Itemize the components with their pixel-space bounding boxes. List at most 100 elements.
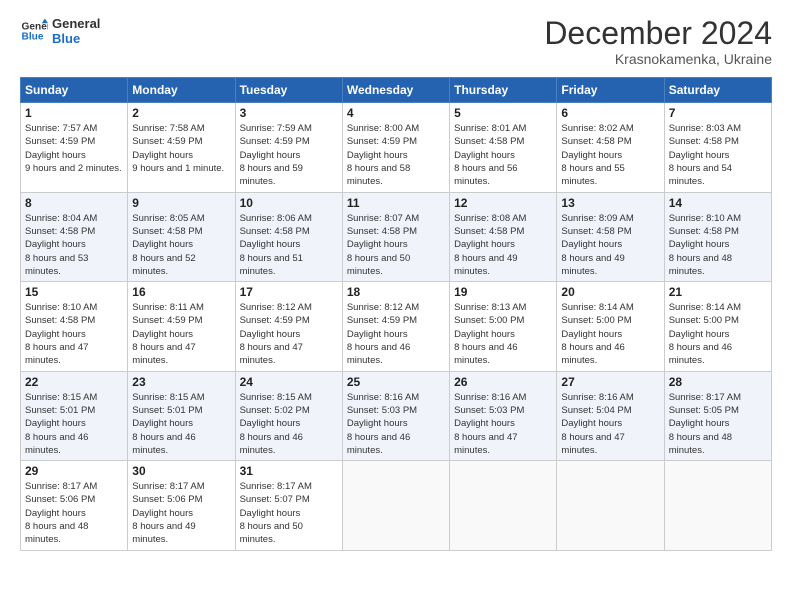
day-info: Sunrise: 8:10 AM Sunset: 4:58 PM Dayligh… [25, 301, 123, 367]
calendar-week-row: 29 Sunrise: 8:17 AM Sunset: 5:06 PM Dayl… [21, 461, 772, 550]
daylight-duration: 8 hours and 59 minutes. [240, 163, 303, 187]
day-number: 11 [347, 196, 445, 210]
sunset-label: Sunset: 5:00 PM [669, 315, 739, 326]
daylight-label: Daylight hours [25, 239, 86, 250]
page: General Blue General Blue December 2024 … [0, 0, 792, 612]
daylight-label: Daylight hours [454, 239, 515, 250]
logo-blue: Blue [52, 31, 100, 46]
day-number: 25 [347, 375, 445, 389]
sunrise-label: Sunrise: 8:16 AM [454, 392, 526, 403]
daylight-label: Daylight hours [669, 418, 730, 429]
table-row: 14 Sunrise: 8:10 AM Sunset: 4:58 PM Dayl… [664, 192, 771, 281]
day-number: 20 [561, 285, 659, 299]
daylight-label: Daylight hours [561, 329, 622, 340]
sunrise-label: Sunrise: 7:58 AM [132, 123, 204, 134]
day-info: Sunrise: 8:08 AM Sunset: 4:58 PM Dayligh… [454, 212, 552, 278]
sunset-label: Sunset: 5:01 PM [132, 405, 202, 416]
day-number: 4 [347, 106, 445, 120]
sunrise-label: Sunrise: 8:07 AM [347, 213, 419, 224]
sunrise-label: Sunrise: 8:02 AM [561, 123, 633, 134]
title-block: December 2024 Krasnokamenka, Ukraine [544, 16, 772, 67]
day-info: Sunrise: 7:57 AM Sunset: 4:59 PM Dayligh… [25, 122, 123, 175]
sunrise-label: Sunrise: 8:11 AM [132, 302, 204, 313]
day-number: 6 [561, 106, 659, 120]
daylight-duration: 8 hours and 47 minutes. [454, 432, 517, 456]
daylight-label: Daylight hours [347, 239, 408, 250]
day-number: 2 [132, 106, 230, 120]
daylight-duration: 8 hours and 56 minutes. [454, 163, 517, 187]
sunrise-label: Sunrise: 8:10 AM [669, 213, 741, 224]
daylight-duration: 8 hours and 46 minutes. [561, 342, 624, 366]
daylight-duration: 8 hours and 58 minutes. [347, 163, 410, 187]
day-number: 15 [25, 285, 123, 299]
daylight-duration: 8 hours and 46 minutes. [669, 342, 732, 366]
daylight-label: Daylight hours [240, 150, 301, 161]
day-info: Sunrise: 8:17 AM Sunset: 5:06 PM Dayligh… [25, 480, 123, 546]
daylight-duration: 8 hours and 46 minutes. [454, 342, 517, 366]
calendar-header-row: Sunday Monday Tuesday Wednesday Thursday… [21, 78, 772, 103]
sunset-label: Sunset: 4:59 PM [25, 136, 95, 147]
daylight-duration: 8 hours and 46 minutes. [132, 432, 195, 456]
sunrise-label: Sunrise: 8:12 AM [347, 302, 419, 313]
day-info: Sunrise: 8:03 AM Sunset: 4:58 PM Dayligh… [669, 122, 767, 188]
daylight-duration: 8 hours and 46 minutes. [347, 432, 410, 456]
sunset-label: Sunset: 4:59 PM [240, 136, 310, 147]
day-number: 28 [669, 375, 767, 389]
daylight-label: Daylight hours [132, 329, 193, 340]
day-number: 16 [132, 285, 230, 299]
day-info: Sunrise: 8:10 AM Sunset: 4:58 PM Dayligh… [669, 212, 767, 278]
table-row: 22 Sunrise: 8:15 AM Sunset: 5:01 PM Dayl… [21, 371, 128, 460]
daylight-label: Daylight hours [240, 239, 301, 250]
table-row [664, 461, 771, 550]
table-row: 9 Sunrise: 8:05 AM Sunset: 4:58 PM Dayli… [128, 192, 235, 281]
sunrise-label: Sunrise: 8:17 AM [240, 481, 312, 492]
day-info: Sunrise: 8:00 AM Sunset: 4:59 PM Dayligh… [347, 122, 445, 188]
day-number: 17 [240, 285, 338, 299]
daylight-duration: 8 hours and 51 minutes. [240, 253, 303, 277]
sunrise-label: Sunrise: 8:01 AM [454, 123, 526, 134]
daylight-duration: 8 hours and 49 minutes. [132, 521, 195, 545]
table-row [342, 461, 449, 550]
daylight-duration: 8 hours and 46 minutes. [25, 432, 88, 456]
daylight-label: Daylight hours [669, 239, 730, 250]
day-number: 22 [25, 375, 123, 389]
sunrise-label: Sunrise: 8:00 AM [347, 123, 419, 134]
day-number: 13 [561, 196, 659, 210]
day-info: Sunrise: 8:16 AM Sunset: 5:03 PM Dayligh… [454, 391, 552, 457]
calendar-week-row: 15 Sunrise: 8:10 AM Sunset: 4:58 PM Dayl… [21, 282, 772, 371]
daylight-duration: 9 hours and 1 minute. [132, 163, 224, 174]
table-row: 24 Sunrise: 8:15 AM Sunset: 5:02 PM Dayl… [235, 371, 342, 460]
col-saturday: Saturday [664, 78, 771, 103]
day-info: Sunrise: 8:05 AM Sunset: 4:58 PM Dayligh… [132, 212, 230, 278]
sunset-label: Sunset: 4:58 PM [347, 226, 417, 237]
table-row: 10 Sunrise: 8:06 AM Sunset: 4:58 PM Dayl… [235, 192, 342, 281]
table-row: 1 Sunrise: 7:57 AM Sunset: 4:59 PM Dayli… [21, 103, 128, 192]
daylight-label: Daylight hours [25, 418, 86, 429]
table-row: 27 Sunrise: 8:16 AM Sunset: 5:04 PM Dayl… [557, 371, 664, 460]
day-number: 23 [132, 375, 230, 389]
col-sunday: Sunday [21, 78, 128, 103]
sunset-label: Sunset: 4:59 PM [347, 136, 417, 147]
sunset-label: Sunset: 5:00 PM [561, 315, 631, 326]
table-row [557, 461, 664, 550]
table-row: 11 Sunrise: 8:07 AM Sunset: 4:58 PM Dayl… [342, 192, 449, 281]
day-info: Sunrise: 8:15 AM Sunset: 5:01 PM Dayligh… [132, 391, 230, 457]
calendar-week-row: 1 Sunrise: 7:57 AM Sunset: 4:59 PM Dayli… [21, 103, 772, 192]
day-info: Sunrise: 8:04 AM Sunset: 4:58 PM Dayligh… [25, 212, 123, 278]
day-info: Sunrise: 8:17 AM Sunset: 5:06 PM Dayligh… [132, 480, 230, 546]
day-info: Sunrise: 8:02 AM Sunset: 4:58 PM Dayligh… [561, 122, 659, 188]
main-title: December 2024 [544, 16, 772, 51]
daylight-label: Daylight hours [454, 150, 515, 161]
table-row: 17 Sunrise: 8:12 AM Sunset: 4:59 PM Dayl… [235, 282, 342, 371]
day-info: Sunrise: 8:15 AM Sunset: 5:02 PM Dayligh… [240, 391, 338, 457]
day-info: Sunrise: 7:58 AM Sunset: 4:59 PM Dayligh… [132, 122, 230, 175]
day-info: Sunrise: 8:14 AM Sunset: 5:00 PM Dayligh… [561, 301, 659, 367]
day-number: 3 [240, 106, 338, 120]
daylight-duration: 8 hours and 53 minutes. [25, 253, 88, 277]
calendar-week-row: 22 Sunrise: 8:15 AM Sunset: 5:01 PM Dayl… [21, 371, 772, 460]
day-info: Sunrise: 8:01 AM Sunset: 4:58 PM Dayligh… [454, 122, 552, 188]
day-info: Sunrise: 8:17 AM Sunset: 5:05 PM Dayligh… [669, 391, 767, 457]
sunset-label: Sunset: 4:58 PM [669, 136, 739, 147]
daylight-label: Daylight hours [454, 329, 515, 340]
logo-general: General [52, 16, 100, 31]
